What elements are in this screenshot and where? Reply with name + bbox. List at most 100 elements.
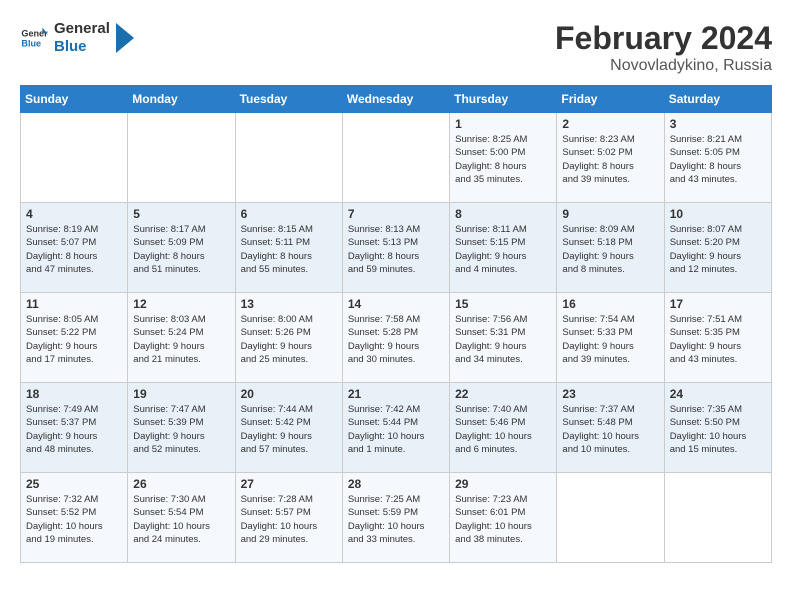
calendar-cell: 6 Sunrise: 8:15 AM Sunset: 5:11 PM Daylig… <box>235 203 342 293</box>
day-info: Sunrise: 7:56 AM Sunset: 5:31 PM Dayligh… <box>455 313 551 366</box>
day-number: 13 <box>241 297 337 311</box>
calendar-week-row: 11 Sunrise: 8:05 AM Sunset: 5:22 PM Dayli… <box>21 293 772 383</box>
calendar-week-row: 4 Sunrise: 8:19 AM Sunset: 5:07 PM Daylig… <box>21 203 772 293</box>
calendar-cell <box>342 113 449 203</box>
col-header-thursday: Thursday <box>450 86 557 113</box>
calendar-cell: 4 Sunrise: 8:19 AM Sunset: 5:07 PM Daylig… <box>21 203 128 293</box>
day-info: Sunrise: 7:23 AM Sunset: 6:01 PM Dayligh… <box>455 493 551 546</box>
day-info: Sunrise: 8:05 AM Sunset: 5:22 PM Dayligh… <box>26 313 122 366</box>
day-info: Sunrise: 8:23 AM Sunset: 5:02 PM Dayligh… <box>562 133 658 186</box>
day-number: 6 <box>241 207 337 221</box>
day-info: Sunrise: 8:19 AM Sunset: 5:07 PM Dayligh… <box>26 223 122 276</box>
calendar-cell: 2Sunrise: 8:23 AM Sunset: 5:02 PM Daylig… <box>557 113 664 203</box>
calendar-cell: 24 Sunrise: 7:35 AM Sunset: 5:50 PM Dayli… <box>664 383 771 473</box>
day-info: Sunrise: 7:40 AM Sunset: 5:46 PM Dayligh… <box>455 403 551 456</box>
day-number: 17 <box>670 297 766 311</box>
day-info: Sunrise: 7:58 AM Sunset: 5:28 PM Dayligh… <box>348 313 444 366</box>
day-info: Sunrise: 8:11 AM Sunset: 5:15 PM Dayligh… <box>455 223 551 276</box>
calendar-cell <box>557 473 664 563</box>
col-header-wednesday: Wednesday <box>342 86 449 113</box>
calendar-cell: 21 Sunrise: 7:42 AM Sunset: 5:44 PM Dayli… <box>342 383 449 473</box>
calendar-cell: 9 Sunrise: 8:09 AM Sunset: 5:18 PM Daylig… <box>557 203 664 293</box>
day-info: Sunrise: 7:32 AM Sunset: 5:52 PM Dayligh… <box>26 493 122 546</box>
day-info: Sunrise: 8:07 AM Sunset: 5:20 PM Dayligh… <box>670 223 766 276</box>
calendar-cell: 17 Sunrise: 7:51 AM Sunset: 5:35 PM Dayli… <box>664 293 771 383</box>
day-number: 28 <box>348 477 444 491</box>
day-number: 3 <box>670 117 766 131</box>
day-number: 23 <box>562 387 658 401</box>
day-info: Sunrise: 8:15 AM Sunset: 5:11 PM Dayligh… <box>241 223 337 276</box>
day-number: 21 <box>348 387 444 401</box>
day-info: Sunrise: 7:25 AM Sunset: 5:59 PM Dayligh… <box>348 493 444 546</box>
calendar-cell: 11 Sunrise: 8:05 AM Sunset: 5:22 PM Dayli… <box>21 293 128 383</box>
calendar-cell: 13 Sunrise: 8:00 AM Sunset: 5:26 PM Dayli… <box>235 293 342 383</box>
day-number: 5 <box>133 207 229 221</box>
day-info: Sunrise: 7:35 AM Sunset: 5:50 PM Dayligh… <box>670 403 766 456</box>
month-year-title: February 2024 <box>555 20 772 57</box>
calendar-cell: 19 Sunrise: 7:47 AM Sunset: 5:39 PM Dayli… <box>128 383 235 473</box>
calendar-cell: 16 Sunrise: 7:54 AM Sunset: 5:33 PM Dayli… <box>557 293 664 383</box>
day-info: Sunrise: 7:30 AM Sunset: 5:54 PM Dayligh… <box>133 493 229 546</box>
col-header-sunday: Sunday <box>21 86 128 113</box>
calendar-week-row: 18Sunrise: 7:49 AM Sunset: 5:37 PM Dayli… <box>21 383 772 473</box>
calendar-header-row: SundayMondayTuesdayWednesdayThursdayFrid… <box>21 86 772 113</box>
day-info: Sunrise: 8:25 AM Sunset: 5:00 PM Dayligh… <box>455 133 551 186</box>
day-number: 9 <box>562 207 658 221</box>
day-info: Sunrise: 7:47 AM Sunset: 5:39 PM Dayligh… <box>133 403 229 456</box>
calendar-table: SundayMondayTuesdayWednesdayThursdayFrid… <box>20 85 772 563</box>
day-info: Sunrise: 8:13 AM Sunset: 5:13 PM Dayligh… <box>348 223 444 276</box>
day-number: 1 <box>455 117 551 131</box>
logo-arrow-icon <box>116 23 134 53</box>
calendar-cell <box>128 113 235 203</box>
logo-icon: General Blue <box>20 24 48 52</box>
col-header-saturday: Saturday <box>664 86 771 113</box>
calendar-week-row: 25Sunrise: 7:32 AM Sunset: 5:52 PM Dayli… <box>21 473 772 563</box>
calendar-cell: 25Sunrise: 7:32 AM Sunset: 5:52 PM Dayli… <box>21 473 128 563</box>
calendar-cell <box>21 113 128 203</box>
page-header: General Blue General Blue February 2024 … <box>20 20 772 75</box>
day-info: Sunrise: 7:42 AM Sunset: 5:44 PM Dayligh… <box>348 403 444 456</box>
day-number: 4 <box>26 207 122 221</box>
day-number: 8 <box>455 207 551 221</box>
calendar-cell: 7 Sunrise: 8:13 AM Sunset: 5:13 PM Daylig… <box>342 203 449 293</box>
day-info: Sunrise: 8:09 AM Sunset: 5:18 PM Dayligh… <box>562 223 658 276</box>
calendar-cell: 18Sunrise: 7:49 AM Sunset: 5:37 PM Dayli… <box>21 383 128 473</box>
svg-text:Blue: Blue <box>21 38 41 48</box>
calendar-week-row: 1 Sunrise: 8:25 AM Sunset: 5:00 PM Daylig… <box>21 113 772 203</box>
calendar-cell: 27Sunrise: 7:28 AM Sunset: 5:57 PM Dayli… <box>235 473 342 563</box>
day-info: Sunrise: 7:51 AM Sunset: 5:35 PM Dayligh… <box>670 313 766 366</box>
calendar-cell: 20Sunrise: 7:44 AM Sunset: 5:42 PM Dayli… <box>235 383 342 473</box>
day-number: 22 <box>455 387 551 401</box>
day-info: Sunrise: 8:03 AM Sunset: 5:24 PM Dayligh… <box>133 313 229 366</box>
calendar-cell: 5Sunrise: 8:17 AM Sunset: 5:09 PM Daylig… <box>128 203 235 293</box>
logo-general: General <box>54 20 110 38</box>
day-number: 16 <box>562 297 658 311</box>
day-number: 19 <box>133 387 229 401</box>
day-number: 7 <box>348 207 444 221</box>
calendar-cell: 26 Sunrise: 7:30 AM Sunset: 5:54 PM Dayli… <box>128 473 235 563</box>
day-info: Sunrise: 7:28 AM Sunset: 5:57 PM Dayligh… <box>241 493 337 546</box>
day-number: 12 <box>133 297 229 311</box>
day-info: Sunrise: 7:37 AM Sunset: 5:48 PM Dayligh… <box>562 403 658 456</box>
calendar-cell: 8 Sunrise: 8:11 AM Sunset: 5:15 PM Daylig… <box>450 203 557 293</box>
day-info: Sunrise: 8:21 AM Sunset: 5:05 PM Dayligh… <box>670 133 766 186</box>
location-title: Novovladykino, Russia <box>555 57 772 75</box>
day-number: 24 <box>670 387 766 401</box>
col-header-friday: Friday <box>557 86 664 113</box>
day-info: Sunrise: 8:00 AM Sunset: 5:26 PM Dayligh… <box>241 313 337 366</box>
day-number: 26 <box>133 477 229 491</box>
title-section: February 2024 Novovladykino, Russia <box>555 20 772 75</box>
calendar-cell <box>664 473 771 563</box>
day-info: Sunrise: 7:54 AM Sunset: 5:33 PM Dayligh… <box>562 313 658 366</box>
calendar-cell: 23 Sunrise: 7:37 AM Sunset: 5:48 PM Dayli… <box>557 383 664 473</box>
day-number: 29 <box>455 477 551 491</box>
day-number: 20 <box>241 387 337 401</box>
day-number: 14 <box>348 297 444 311</box>
day-number: 11 <box>26 297 122 311</box>
calendar-cell: 1 Sunrise: 8:25 AM Sunset: 5:00 PM Daylig… <box>450 113 557 203</box>
logo: General Blue General Blue <box>20 20 134 56</box>
col-header-monday: Monday <box>128 86 235 113</box>
day-number: 10 <box>670 207 766 221</box>
calendar-cell: 15Sunrise: 7:56 AM Sunset: 5:31 PM Dayli… <box>450 293 557 383</box>
calendar-cell: 14 Sunrise: 7:58 AM Sunset: 5:28 PM Dayli… <box>342 293 449 383</box>
